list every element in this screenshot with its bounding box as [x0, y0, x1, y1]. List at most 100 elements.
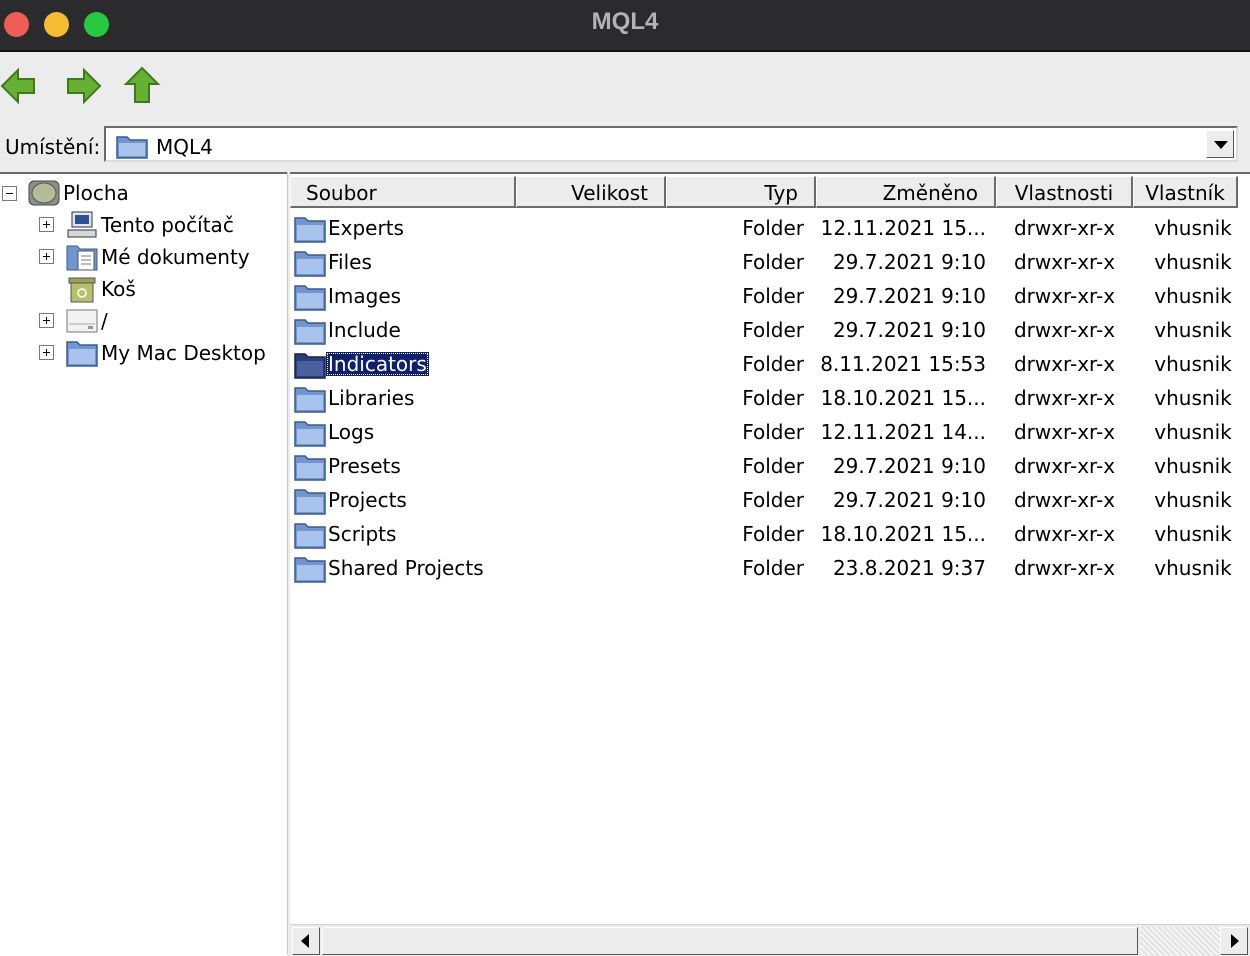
- drive-icon: [66, 306, 98, 341]
- collapse-icon[interactable]: [2, 186, 17, 201]
- scroll-right-button[interactable]: [1220, 927, 1248, 955]
- folder-tree: Plocha Tento počítač Mé dokumenty Koš /: [0, 172, 287, 956]
- file-owner: vhusnik: [1154, 556, 1232, 580]
- file-attributes: drwxr-xr-x: [1013, 352, 1116, 376]
- arrow-left-icon: [0, 67, 35, 105]
- file-name: Logs: [328, 420, 375, 444]
- documents-icon: [66, 242, 98, 277]
- file-modified: 29.7.2021 9:10: [832, 284, 986, 308]
- file-name: Images: [328, 284, 402, 308]
- file-type: Folder: [742, 522, 804, 546]
- file-owner: vhusnik: [1154, 250, 1232, 274]
- column-header-type[interactable]: Typ: [666, 176, 816, 208]
- file-owner: vhusnik: [1154, 488, 1232, 512]
- expand-icon[interactable]: [39, 217, 54, 232]
- file-name: Experts: [328, 216, 404, 240]
- file-modified: 12.11.2021 14...: [820, 420, 986, 444]
- file-row[interactable]: Experts Folder 12.11.2021 15... drwxr-xr-x v…: [290, 210, 1250, 244]
- desktop-globe-icon: [28, 178, 60, 213]
- file-owner: vhusnik: [1154, 352, 1232, 376]
- file-name: Indicators: [326, 352, 429, 376]
- file-row[interactable]: Shared Projects Folder 23.8.2021 9:37 drwxr…: [290, 550, 1250, 584]
- file-row[interactable]: Include Folder 29.7.2021 9:10 drwxr-xr-x vhu…: [290, 312, 1250, 346]
- folder-icon: [66, 338, 98, 373]
- file-name: Presets: [328, 454, 401, 478]
- file-name: Shared Projects: [328, 556, 484, 580]
- file-name: Projects: [328, 488, 407, 512]
- tree-item-trash[interactable]: Koš: [0, 274, 280, 304]
- forward-button[interactable]: [62, 66, 102, 106]
- file-owner: vhusnik: [1154, 454, 1232, 478]
- tree-item-desktop[interactable]: Plocha: [0, 178, 280, 208]
- file-attributes: drwxr-xr-x: [1013, 216, 1116, 240]
- tree-item-this-computer[interactable]: Tento počítač: [0, 210, 280, 240]
- folder-icon: [294, 555, 326, 588]
- file-row[interactable]: Logs Folder 12.11.2021 14... drwxr-xr-x vhus…: [290, 414, 1250, 448]
- toolbar: [0, 52, 1250, 122]
- folder-icon: [116, 133, 148, 164]
- file-modified: 29.7.2021 9:10: [832, 488, 986, 512]
- location-bar: Umístění: MQL4: [0, 122, 1250, 170]
- column-header-name[interactable]: Soubor: [290, 176, 516, 208]
- tree-item-my-documents[interactable]: Mé dokumenty: [0, 242, 280, 272]
- file-row[interactable]: Libraries Folder 18.10.2021 15... drwxr-xr-…: [290, 380, 1250, 414]
- file-attributes: drwxr-xr-x: [1013, 454, 1116, 478]
- computer-icon: [66, 210, 98, 245]
- tree-item-label: Koš: [101, 277, 136, 301]
- tree-item-my-mac-desktop[interactable]: My Mac Desktop: [0, 338, 280, 368]
- location-dropdown-button[interactable]: [1206, 130, 1234, 158]
- tree-item-label: /: [101, 309, 108, 333]
- file-name: Include: [328, 318, 401, 342]
- window-title: MQL4: [591, 8, 659, 35]
- file-modified: 23.8.2021 9:37: [832, 556, 986, 580]
- file-owner: vhusnik: [1154, 522, 1232, 546]
- file-row[interactable]: Scripts Folder 18.10.2021 15... drwxr-xr-x v…: [290, 516, 1250, 550]
- column-header-modified[interactable]: Změněno: [816, 176, 996, 208]
- tree-item-label: Mé dokumenty: [101, 245, 250, 269]
- file-attributes: drwxr-xr-x: [1013, 488, 1116, 512]
- file-type: Folder: [742, 318, 804, 342]
- file-type: Folder: [742, 352, 804, 376]
- file-attributes: drwxr-xr-x: [1013, 250, 1116, 274]
- file-attributes: drwxr-xr-x: [1013, 522, 1116, 546]
- tree-item-label: My Mac Desktop: [101, 341, 266, 365]
- file-row[interactable]: Projects Folder 29.7.2021 9:10 drwxr-xr-x vh…: [290, 482, 1250, 516]
- file-owner: vhusnik: [1154, 420, 1232, 444]
- file-modified: 8.11.2021 15:53: [820, 352, 986, 376]
- file-owner: vhusnik: [1154, 216, 1232, 240]
- back-button[interactable]: [0, 66, 40, 106]
- scroll-left-button[interactable]: [292, 927, 320, 955]
- up-button[interactable]: [122, 66, 162, 106]
- file-type: Folder: [742, 556, 804, 580]
- file-owner: vhusnik: [1154, 318, 1232, 342]
- title-bar: MQL4: [0, 0, 1250, 52]
- expand-icon[interactable]: [39, 345, 54, 360]
- file-type: Folder: [742, 284, 804, 308]
- horizontal-scrollbar[interactable]: [290, 924, 1250, 956]
- location-label: Umístění:: [5, 135, 101, 159]
- scrollbar-track[interactable]: [1140, 927, 1220, 955]
- file-modified: 29.7.2021 9:10: [832, 318, 986, 342]
- column-header-owner[interactable]: Vlastník: [1133, 176, 1238, 208]
- tree-item-root-drive[interactable]: /: [0, 306, 280, 336]
- file-modified: 18.10.2021 15...: [820, 386, 986, 410]
- expand-icon[interactable]: [39, 313, 54, 328]
- file-row[interactable]: Presets Folder 29.7.2021 9:10 drwxr-xr-x vhu…: [290, 448, 1250, 482]
- file-attributes: drwxr-xr-x: [1013, 284, 1116, 308]
- file-row[interactable]: Files Folder 29.7.2021 9:10 drwxr-xr-x vhusn…: [290, 244, 1250, 278]
- file-modified: 29.7.2021 9:10: [832, 250, 986, 274]
- expand-icon[interactable]: [39, 249, 54, 264]
- tree-item-label: Plocha: [63, 181, 129, 205]
- scrollbar-thumb[interactable]: [322, 927, 1138, 955]
- location-combobox[interactable]: MQL4: [104, 126, 1238, 162]
- file-row[interactable]: Indicators Folder 8.11.2021 15:53 drwxr-xr-…: [290, 346, 1250, 380]
- column-header-attributes[interactable]: Vlastnosti: [996, 176, 1133, 208]
- column-header-size[interactable]: Velikost: [516, 176, 666, 208]
- file-attributes: drwxr-xr-x: [1013, 420, 1116, 444]
- file-name: Scripts: [328, 522, 397, 546]
- file-list: Soubor Velikost Typ Změněno Vlastnosti V…: [290, 172, 1250, 956]
- file-type: Folder: [742, 250, 804, 274]
- file-name: Files: [328, 250, 372, 274]
- arrow-right-icon: [67, 67, 102, 105]
- file-row[interactable]: Images Folder 29.7.2021 9:10 drwxr-xr-x vhus…: [290, 278, 1250, 312]
